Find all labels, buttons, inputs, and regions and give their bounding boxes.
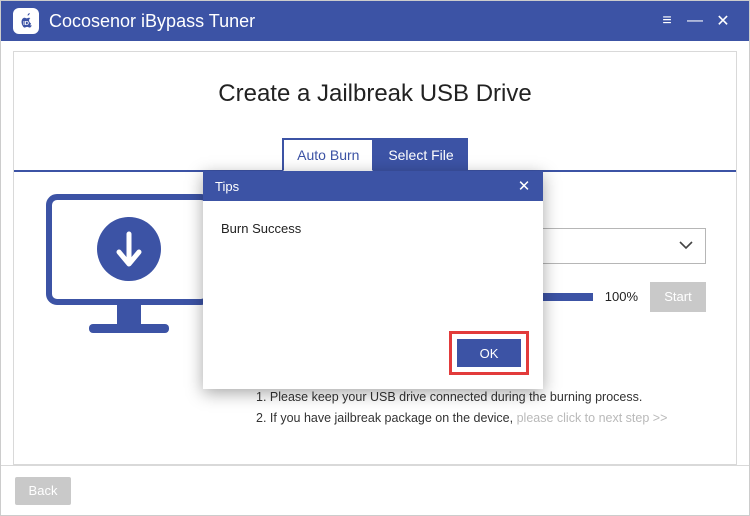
close-icon[interactable]: ✕ bbox=[709, 7, 737, 35]
app-title: Cocosenor iBypass Tuner bbox=[49, 11, 255, 32]
back-label: Back bbox=[29, 483, 58, 498]
dialog-close-icon[interactable]: ✕ bbox=[513, 177, 535, 195]
ok-label: OK bbox=[480, 346, 499, 361]
tab-label: Auto Burn bbox=[297, 147, 359, 163]
progress-percent: 100% bbox=[605, 289, 638, 304]
notes-line-2: 2. If you have jailbreak package on the … bbox=[256, 408, 736, 429]
monitor-illustration bbox=[44, 192, 214, 347]
notes-line-2-text: 2. If you have jailbreak package on the … bbox=[256, 411, 517, 425]
minimize-icon[interactable]: — bbox=[681, 7, 709, 35]
dialog-title: Tips bbox=[215, 179, 239, 194]
titlebar: ID Cocosenor iBypass Tuner ≡ — ✕ bbox=[1, 1, 749, 41]
page-title: Create a Jailbreak USB Drive bbox=[14, 80, 736, 108]
notes-line-1: 1. Please keep your USB drive connected … bbox=[256, 387, 736, 408]
tips-dialog: Tips ✕ Burn Success OK bbox=[203, 171, 543, 389]
tabs: Auto Burn Select File bbox=[14, 136, 736, 172]
footer: Back bbox=[1, 465, 749, 515]
dialog-titlebar: Tips ✕ bbox=[203, 171, 543, 201]
start-label: Start bbox=[664, 289, 691, 304]
tab-select-file[interactable]: Select File bbox=[374, 138, 467, 172]
tab-label: Select File bbox=[388, 147, 453, 163]
chevron-down-icon bbox=[679, 237, 693, 255]
start-button[interactable]: Start bbox=[650, 282, 706, 312]
menu-icon[interactable]: ≡ bbox=[653, 7, 681, 35]
tab-auto-burn[interactable]: Auto Burn bbox=[282, 138, 374, 172]
dialog-message: Burn Success bbox=[203, 201, 543, 331]
svg-text:ID: ID bbox=[23, 21, 29, 27]
back-button[interactable]: Back bbox=[15, 477, 71, 505]
ok-button[interactable]: OK bbox=[457, 339, 521, 367]
app-logo: ID bbox=[13, 8, 39, 34]
ok-highlight: OK bbox=[449, 331, 529, 375]
next-step-link[interactable]: please click to next step >> bbox=[517, 411, 668, 425]
